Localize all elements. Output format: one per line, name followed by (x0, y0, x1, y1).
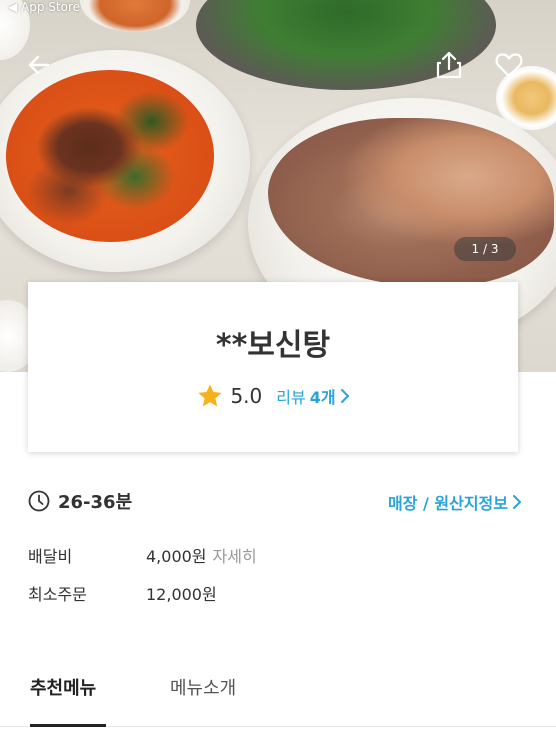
store-origin-info-link[interactable]: 매장 / 원산지정보 (388, 490, 522, 514)
review-link[interactable]: 리뷰 4개 (276, 384, 349, 408)
delivery-time: 26-36분 (58, 492, 133, 513)
menu-tabs: 추천메뉴 메뉴소개 (0, 660, 556, 730)
minimum-order-row: 최소주문 12,000원 (28, 581, 217, 605)
side-dish-bowl (80, 0, 190, 32)
active-tab-indicator (30, 724, 106, 727)
delivery-fee-label: 배달비 (28, 547, 73, 566)
status-bar-back-to-app-store[interactable]: ◀ App Store (8, 0, 80, 16)
chevron-right-icon (340, 389, 349, 403)
heart-outline-icon (495, 53, 523, 78)
clock-icon (28, 490, 50, 512)
delivery-fee-detail-link[interactable]: 자세히 (213, 543, 257, 567)
share-icon (436, 51, 462, 79)
store-info-card: **보신탕 5.0 리뷰 4개 (28, 282, 518, 452)
store-origin-info-label: 매장 / 원산지정보 (387, 494, 508, 513)
image-pager-indicator: 1 / 3 (454, 237, 516, 261)
like-button[interactable] (492, 48, 526, 82)
tab-recommended-menu[interactable]: 추천메뉴 (30, 674, 96, 700)
chevron-right-icon (513, 495, 521, 509)
arrow-left-icon (28, 55, 50, 75)
tab-menu-intro[interactable]: 메뉴소개 (170, 674, 236, 700)
share-button[interactable] (432, 48, 466, 82)
back-button[interactable] (22, 48, 56, 82)
spicy-stew-dish (6, 70, 214, 242)
rating-row: 5.0 리뷰 4개 (28, 382, 518, 410)
minimum-order-label: 최소주문 (28, 585, 87, 604)
star-icon (198, 384, 223, 407)
delivery-time-row: 26-36분 (28, 488, 132, 514)
review-count: 4개 (309, 388, 336, 407)
rating-value: 5.0 (230, 384, 263, 408)
delivery-fee-row: 배달비 4,000원 자세히 (28, 543, 257, 567)
store-name: **보신탕 (215, 328, 331, 363)
review-label: 리뷰 (276, 388, 306, 407)
minimum-order-value: 12,000원 (146, 585, 217, 604)
delivery-fee-value: 4,000원 (146, 547, 207, 566)
